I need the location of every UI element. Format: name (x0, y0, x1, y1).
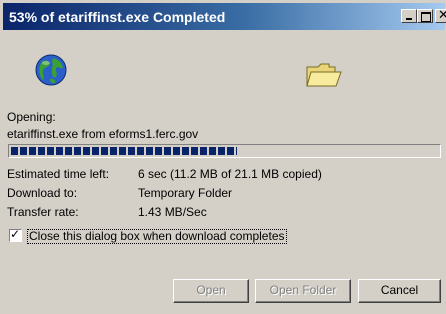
window-title: 53% of etariffinst.exe Completed (9, 9, 226, 25)
close-when-done-label[interactable]: Close this dialog box when download comp… (27, 229, 287, 244)
maximize-icon (421, 12, 431, 22)
time-left-label: Estimated time left: (7, 167, 110, 181)
open-button[interactable]: Open (173, 279, 249, 303)
transfer-rate-value: 1.43 MB/Sec (138, 205, 207, 219)
opening-label: Opening: (7, 110, 56, 124)
globe-icon (35, 54, 67, 86)
folder-icon (306, 63, 342, 87)
progress-fill (11, 147, 238, 155)
checkmark-icon: ✓ (10, 227, 21, 241)
download-progress-bar (8, 144, 441, 158)
transfer-rate-label: Transfer rate: (7, 205, 79, 219)
opening-source: etariffinst.exe from eforms1.ferc.gov (7, 127, 199, 141)
close-icon: ✕ (438, 8, 446, 23)
maximize-button[interactable] (417, 9, 433, 23)
download-to-value: Temporary Folder (138, 186, 233, 200)
time-left-value: 6 sec (11.2 MB of 21.1 MB copied) (138, 167, 322, 181)
open-folder-button[interactable]: Open Folder (255, 279, 351, 303)
download-dialog: 53% of etariffinst.exe Completed ✕ Openi… (0, 0, 446, 314)
cancel-button[interactable]: Cancel (358, 279, 441, 303)
close-button[interactable]: ✕ (435, 8, 446, 23)
title-bar[interactable]: 53% of etariffinst.exe Completed ✕ (3, 3, 446, 30)
download-to-label: Download to: (7, 186, 78, 200)
close-when-done-checkbox[interactable]: ✓ (9, 227, 22, 242)
minimize-icon (406, 18, 412, 20)
minimize-button[interactable] (401, 9, 417, 23)
